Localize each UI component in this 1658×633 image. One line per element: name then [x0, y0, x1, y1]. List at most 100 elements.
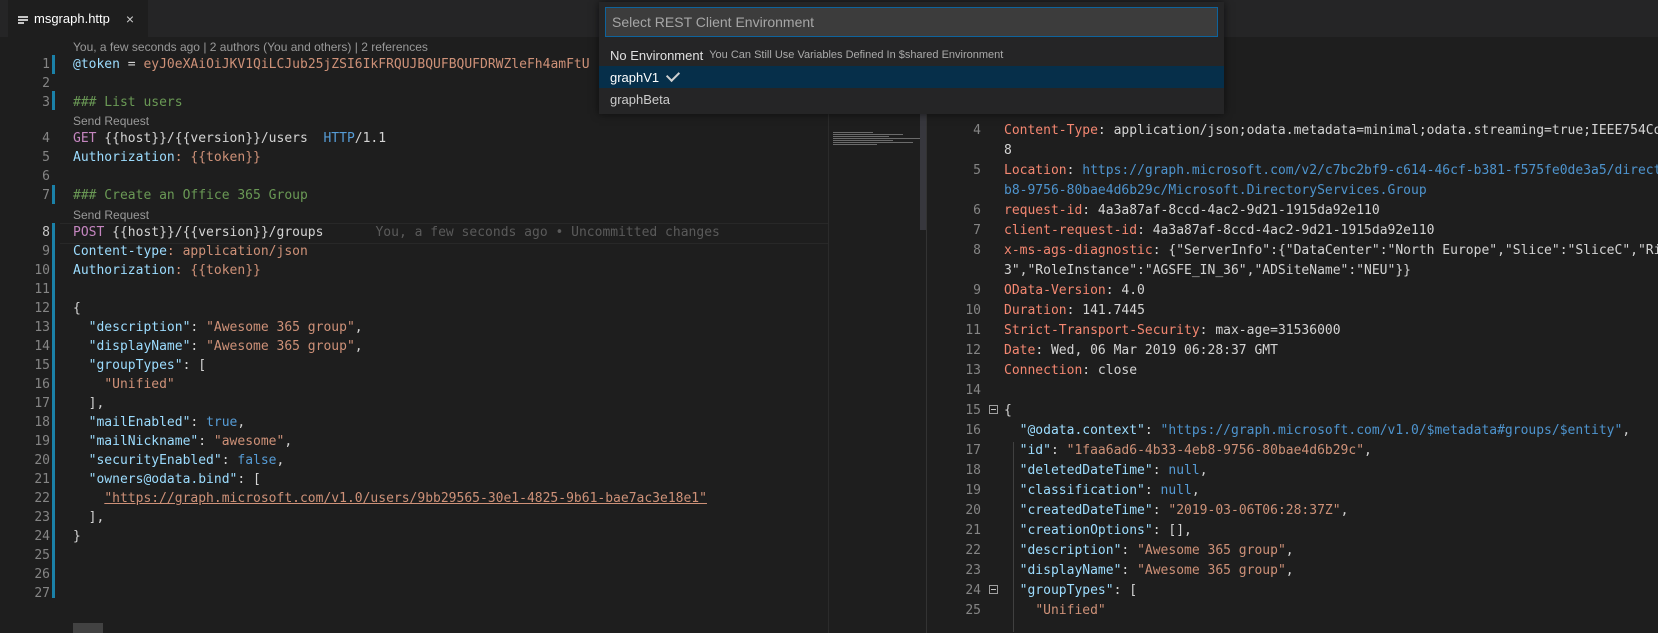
response-line-17: "id": "1faa6ad6-4b33-4eb8-9756-80bae4d6b… — [1019, 443, 1372, 458]
environment-quick-pick: No Environment You Can Still Use Variabl… — [599, 2, 1224, 114]
response-line-7: client-request-id: 4a3a87af-8ccd-4ac2-9d… — [1004, 223, 1435, 238]
code-line-8: POST {{host}}/{{version}}/groups You, a f… — [73, 225, 720, 240]
line-number: 23 — [965, 563, 981, 578]
line-number: 8 — [973, 243, 981, 258]
response-line-10: Duration: 141.7445 — [1004, 303, 1145, 318]
response-line-18: "deletedDateTime": null, — [1019, 463, 1208, 478]
line-number: 24 — [34, 529, 50, 544]
line-number: 17 — [34, 396, 50, 411]
response-line-16: "@odata.context": "https://graph.microso… — [1019, 423, 1631, 438]
line-number: 4 — [42, 131, 50, 146]
line-number: 9 — [42, 244, 50, 259]
line-number: 5 — [42, 150, 50, 165]
response-line-9: OData-Version: 4.0 — [1004, 283, 1145, 298]
line-number: 8 — [42, 225, 50, 240]
fold-collapse-icon[interactable] — [989, 405, 998, 414]
response-line-20: "createdDateTime": "2019-03-06T06:28:37Z… — [1019, 503, 1349, 518]
response-line-5-wrap: b8-9756-80bae4d6b29c/Microsoft.Directory… — [1004, 183, 1427, 198]
line-number: 12 — [965, 343, 981, 358]
owner-link[interactable]: "https://graph.microsoft.com/v1.0/users/… — [104, 491, 707, 506]
code-line-24: } — [73, 529, 81, 544]
quick-pick-item-graphbeta[interactable]: graphBeta — [599, 88, 1224, 110]
response-line-24: "groupTypes": [ — [1019, 583, 1138, 598]
code-line-7: ### Create an Office 365 Group — [73, 188, 308, 203]
line-number: 6 — [42, 169, 50, 184]
response-line-22: "description": "Awesome 365 group", — [1019, 543, 1294, 558]
location-link[interactable]: https://graph.microsoft.com/v2/c7bc2bf9-… — [1082, 163, 1658, 178]
horizontal-scrollbar[interactable] — [73, 623, 103, 633]
response-line-8: x-ms-ags-diagnostic: {"ServerInfo":{"Dat… — [1004, 243, 1658, 258]
line-number: 16 — [965, 423, 981, 438]
git-modified-marker — [52, 223, 55, 598]
response-line-4: Content-Type: application/json;odata.met… — [1004, 123, 1658, 138]
response-viewer[interactable]: 4 5 6 7 8 9 10 11 12 13 14 15 16 17 18 1… — [926, 37, 1658, 633]
git-modified-marker — [52, 91, 55, 110]
code-line-9: Content-type: application/json — [73, 244, 308, 259]
line-number: 25 — [34, 548, 50, 563]
line-number: 23 — [34, 510, 50, 525]
line-number: 6 — [973, 203, 981, 218]
response-line-4-wrap: 8 — [1004, 143, 1012, 158]
line-number: 22 — [34, 491, 50, 506]
line-number: 14 — [965, 383, 981, 398]
git-modified-marker — [52, 185, 55, 204]
request-editor[interactable]: 1 2 3 4 5 6 7 8 9 10 11 12 13 14 15 16 1… — [0, 37, 828, 633]
send-request-link[interactable]: Send Request — [73, 113, 149, 129]
code-line-22: "https://graph.microsoft.com/v1.0/users/… — [73, 489, 707, 508]
line-number: 10 — [965, 303, 981, 318]
line-number: 21 — [965, 523, 981, 538]
minimap[interactable] — [828, 37, 921, 633]
fold-collapse-icon[interactable] — [989, 585, 998, 594]
response-line-19: "classification": null, — [1019, 483, 1200, 498]
code-line-20: "securityEnabled": false, — [88, 453, 285, 468]
line-number: 18 — [34, 415, 50, 430]
line-number: 24 — [965, 583, 981, 598]
check-icon — [666, 67, 681, 83]
line-number: 7 — [973, 223, 981, 238]
line-number: 4 — [973, 123, 981, 138]
git-blame-annotation: You, a few seconds ago • Uncommitted cha… — [375, 225, 720, 240]
line-number: 15 — [965, 403, 981, 418]
code-line-17: ], — [88, 396, 105, 411]
file-lines-icon — [18, 14, 28, 24]
code-line-5: Authorization: {{token}} — [73, 150, 261, 165]
line-number: 16 — [34, 377, 50, 392]
line-number: 14 — [34, 339, 50, 354]
quick-pick-item-graphv1[interactable]: graphV1 — [599, 66, 1224, 88]
response-line-8-wrap: 3","RoleInstance":"AGSFE_IN_36","ADSiteN… — [1004, 263, 1411, 278]
code-line-19: "mailNickname": "awesome", — [88, 434, 293, 449]
code-line-10: Authorization: {{token}} — [73, 263, 261, 278]
odata-context-link[interactable]: "https://graph.microsoft.com/v1.0/$metad… — [1161, 423, 1623, 438]
line-number: 25 — [965, 603, 981, 618]
line-number: 15 — [34, 358, 50, 373]
send-request-link[interactable]: Send Request — [73, 207, 149, 223]
response-line-6: request-id: 4a3a87af-8ccd-4ac2-9d21-1915… — [1004, 203, 1380, 218]
line-number: 18 — [965, 463, 981, 478]
response-line-23: "displayName": "Awesome 365 group", — [1019, 563, 1294, 578]
code-line-23: ], — [88, 510, 105, 525]
code-line-18: "mailEnabled": true, — [88, 415, 246, 430]
tab-msgraph-http[interactable]: msgraph.http × — [8, 0, 148, 37]
tab-title: msgraph.http — [34, 11, 110, 26]
code-line-3: ### List users — [73, 95, 183, 110]
line-number: 21 — [34, 472, 50, 487]
codelens-authors[interactable]: You, a few seconds ago | 2 authors (You … — [73, 39, 428, 55]
line-number: 19 — [34, 434, 50, 449]
response-line-21: "creationOptions": [], — [1019, 523, 1192, 538]
line-number: 20 — [965, 503, 981, 518]
code-line-1: @token = eyJ0eXAiOiJKV1QiLCJub25jZSI6IkF… — [73, 57, 590, 72]
response-line-25: "Unified" — [1035, 603, 1106, 618]
environment-search-input[interactable] — [605, 7, 1218, 37]
quick-pick-item-no-environment[interactable]: No Environment You Can Still Use Variabl… — [599, 44, 1224, 66]
close-icon[interactable]: × — [126, 11, 134, 27]
line-number: 2 — [42, 76, 50, 91]
code-line-21: "owners@odata.bind": [ — [88, 472, 261, 487]
line-number: 17 — [965, 443, 981, 458]
line-number: 19 — [965, 483, 981, 498]
line-number: 22 — [965, 543, 981, 558]
code-line-12: { — [73, 301, 81, 316]
line-number: 10 — [34, 263, 50, 278]
code-line-16: "Unified" — [104, 377, 175, 392]
git-modified-marker — [52, 55, 55, 74]
code-line-4: GET {{host}}/{{version}}/users HTTP/1.1 — [73, 131, 387, 146]
